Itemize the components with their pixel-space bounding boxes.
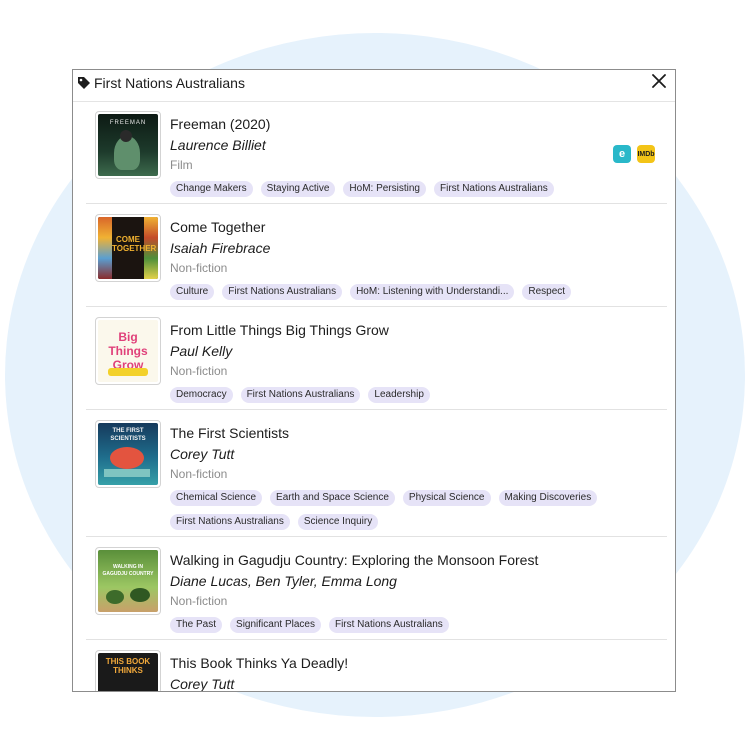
cover-title: COME TOGETHER xyxy=(112,235,157,253)
list-item[interactable]: THE FIRST SCIENTISTS The First Scientist… xyxy=(86,410,667,537)
item-title[interactable]: From Little Things Big Things Grow xyxy=(170,321,657,339)
cover-image[interactable]: COME TOGETHER xyxy=(95,214,161,282)
tag-chip[interactable]: HoM: Persisting xyxy=(343,181,426,197)
tag-list: The Past Significant Places First Nation… xyxy=(170,617,630,633)
tag-chip[interactable]: Chemical Science xyxy=(170,490,263,506)
modal-title: First Nations Australians xyxy=(94,75,245,91)
item-author: Isaiah Firebrace xyxy=(170,240,271,256)
cover-image[interactable]: THIS BOOK THINKS xyxy=(95,650,161,691)
tag-modal: First Nations Australians FREEMAN Freema… xyxy=(72,69,676,692)
tag-list: Culture First Nations Australians HoM: L… xyxy=(170,284,630,300)
list-item[interactable]: WALKING IN GAGUDJU COUNTRY Walking in Ga… xyxy=(86,537,667,640)
item-kind: Non-fiction xyxy=(170,467,228,481)
imdb-icon[interactable]: IMDb xyxy=(637,145,655,163)
cover-title: Big Things Grow xyxy=(108,330,148,372)
tag-chip[interactable]: First Nations Australians xyxy=(170,514,290,530)
item-title[interactable]: This Book Thinks Ya Deadly! xyxy=(170,654,657,672)
tag-chip[interactable]: Earth and Space Science xyxy=(270,490,395,506)
list-item[interactable]: THIS BOOK THINKS This Book Thinks Ya Dea… xyxy=(86,640,667,692)
tag-chip[interactable]: HoM: Listening with Understandi... xyxy=(350,284,515,300)
tag-chip[interactable]: Science Inquiry xyxy=(297,514,379,530)
tag-chip[interactable]: First Nations Australians xyxy=(328,617,449,633)
media-links: e IMDb xyxy=(613,145,655,163)
tag-chip[interactable]: Respect xyxy=(522,284,572,300)
item-author: Laurence Billiet xyxy=(170,137,266,153)
item-kind: Non-fiction xyxy=(170,261,228,275)
item-title[interactable]: Walking in Gagudju Country: Exploring th… xyxy=(170,551,657,569)
cover-title: FREEMAN xyxy=(109,120,147,126)
close-button[interactable] xyxy=(650,72,668,90)
tag-chip[interactable]: Culture xyxy=(170,284,215,300)
cover-title: THE FIRST SCIENTISTS xyxy=(110,428,146,442)
tag-list: Chemical Science Earth and Space Science… xyxy=(170,490,630,530)
list-item[interactable]: FREEMAN Freeman (2020) Laurence Billiet … xyxy=(86,101,667,204)
tag-list: Democracy First Nations Australians Lead… xyxy=(170,387,630,403)
item-kind: Film xyxy=(170,158,193,172)
tag-chip[interactable]: Change Makers xyxy=(170,181,253,197)
cover-image[interactable]: THE FIRST SCIENTISTS xyxy=(95,420,161,488)
tag-chip[interactable]: Making Discoveries xyxy=(498,490,598,506)
tag-chip[interactable]: Democracy xyxy=(170,387,233,403)
resource-list: FREEMAN Freeman (2020) Laurence Billiet … xyxy=(73,101,675,692)
cover-image[interactable]: WALKING IN GAGUDJU COUNTRY xyxy=(95,547,161,615)
item-author: Paul Kelly xyxy=(170,343,233,359)
item-title[interactable]: The First Scientists xyxy=(170,424,657,442)
tag-chip[interactable]: First Nations Australians xyxy=(222,284,343,300)
tag-chip[interactable]: First Nations Australians xyxy=(433,181,554,197)
e-link-icon[interactable]: e xyxy=(613,145,631,163)
tag-chip[interactable]: The Past xyxy=(170,617,223,633)
item-title[interactable]: Freeman (2020) xyxy=(170,115,657,133)
close-icon xyxy=(652,74,666,88)
item-author: Corey Tutt xyxy=(170,446,235,462)
item-kind: Non-fiction xyxy=(170,594,228,608)
item-author: Corey Tutt xyxy=(170,676,235,692)
tag-chip[interactable]: First Nations Australians xyxy=(240,387,361,403)
tag-list: Change Makers Staying Active HoM: Persis… xyxy=(170,181,630,197)
item-title[interactable]: Come Together xyxy=(170,218,657,236)
tag-icon xyxy=(78,77,90,89)
tag-chip[interactable]: Staying Active xyxy=(260,181,336,197)
tag-chip[interactable]: Significant Places xyxy=(230,617,321,633)
cover-image[interactable]: Big Things Grow xyxy=(95,317,161,385)
tag-chip[interactable]: Leadership xyxy=(368,387,430,403)
list-item[interactable]: COME TOGETHER Come Together Isaiah Fireb… xyxy=(86,204,667,307)
item-kind: Non-fiction xyxy=(170,364,228,378)
cover-image[interactable]: FREEMAN xyxy=(95,111,161,179)
cover-title: THIS BOOK THINKS xyxy=(105,657,151,675)
cover-title: WALKING IN GAGUDJU COUNTRY xyxy=(102,564,154,577)
list-item[interactable]: Big Things Grow From Little Things Big T… xyxy=(86,307,667,410)
modal-header: First Nations Australians xyxy=(73,70,675,102)
item-author: Diane Lucas, Ben Tyler, Emma Long xyxy=(170,573,397,589)
tag-chip[interactable]: Physical Science xyxy=(402,490,491,506)
